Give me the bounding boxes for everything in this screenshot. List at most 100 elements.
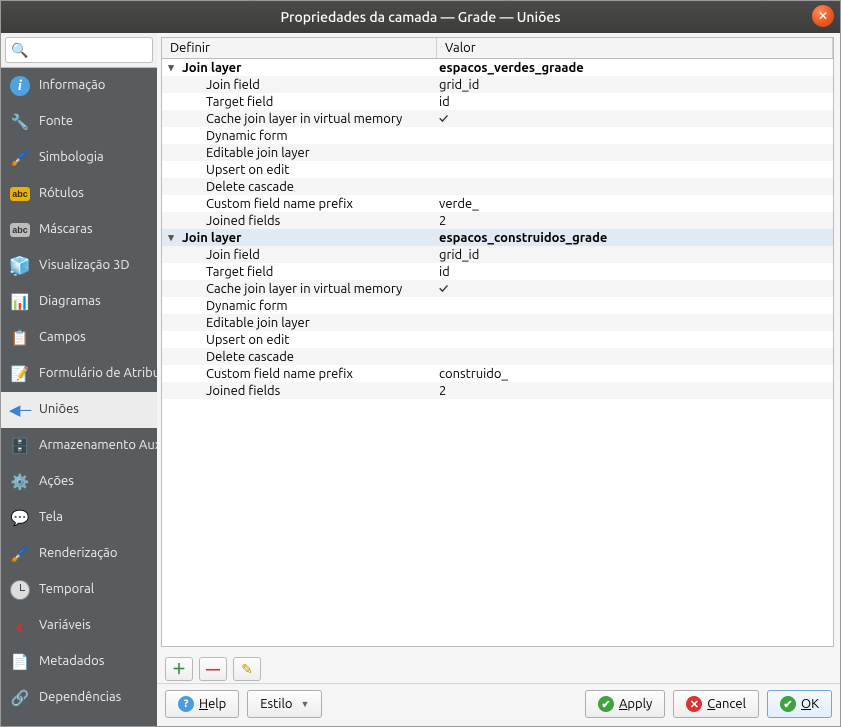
abc-icon: abc	[9, 183, 31, 205]
apply-button[interactable]: ✔ Apply	[585, 690, 665, 718]
sidebar-item-depend-ncias[interactable]: 🔗Dependências	[1, 680, 157, 716]
join-property-row[interactable]: Dynamic form	[162, 297, 833, 314]
collapse-icon[interactable]: ▾	[164, 231, 178, 244]
cancel-button[interactable]: ✕ Cancel	[673, 690, 759, 718]
sidebar-item-label: Formulário de Atributos	[39, 366, 157, 382]
ok-button[interactable]: ✔ OK	[767, 690, 832, 718]
property-name: Delete cascade	[206, 350, 294, 364]
property-value: ✓	[437, 112, 833, 126]
sidebar-item-r-tulos[interactable]: abcRótulos	[1, 176, 157, 212]
property-value: 2	[437, 214, 833, 228]
sidebar-item-campos[interactable]: 📋 Campos	[1, 320, 157, 356]
join-property-row[interactable]: Joined fields2	[162, 382, 833, 399]
fields-icon: 📋	[9, 327, 31, 349]
dialog-footer: ? Help Estilo ▼ ✔ Apply ✕ Cancel ✔	[157, 683, 840, 726]
sidebar-item-vari-veis[interactable]: ε Variáveis	[1, 608, 157, 644]
check-icon: ✔	[598, 696, 614, 712]
group-value: espacos_verdes_graade	[437, 61, 833, 75]
cancel-label: Cancel	[707, 697, 746, 711]
sidebar-item-label: Fonte	[39, 114, 73, 130]
join-property-row[interactable]: Target fieldid	[162, 263, 833, 280]
join-property-row[interactable]: Cache join layer in virtual memory ✓	[162, 110, 833, 127]
sidebar-item-label: Campos	[39, 330, 86, 346]
property-name: Target field	[206, 95, 273, 109]
sidebar-item-uni-es[interactable]: ◀─Uniões	[1, 392, 157, 428]
tooltip-icon: 💬	[9, 507, 31, 529]
sidebar-item-label: Visualização 3D	[39, 258, 130, 274]
group-label: Join layer	[182, 231, 242, 245]
property-name: Join field	[206, 78, 260, 92]
property-value: construido_	[437, 367, 833, 381]
sidebar-item-fonte[interactable]: 🔧Fonte	[1, 104, 157, 140]
sidebar-item-formul-rio-de-atributos[interactable]: 📝Formulário de Atributos	[1, 356, 157, 392]
abc-grey-icon: abc	[9, 219, 31, 241]
clock-icon	[9, 579, 31, 601]
add-join-button[interactable]: ＋	[165, 657, 193, 681]
property-name: Delete cascade	[206, 180, 294, 194]
pencil-icon: ✎	[241, 661, 253, 678]
join-group[interactable]: ▾Join layerespacos_construidos_grade	[162, 229, 833, 246]
cube-icon: 🧊	[9, 255, 31, 277]
join-property-row[interactable]: Dynamic form	[162, 127, 833, 144]
property-value: id	[437, 265, 833, 279]
sidebar-item-simbologia[interactable]: 🖌️Simbologia	[1, 140, 157, 176]
property-value: id	[437, 95, 833, 109]
col-header-val[interactable]: Valor	[437, 38, 833, 58]
sidebar-item-informa-o[interactable]: iInformação	[1, 68, 157, 104]
join-group[interactable]: ▾Join layerespacos_verdes_graade	[162, 59, 833, 76]
tree-header: Definir Valor	[162, 38, 833, 59]
info-icon: i	[9, 75, 31, 97]
sidebar-item-temporal[interactable]: Temporal	[1, 572, 157, 608]
join-property-row[interactable]: Upsert on edit	[162, 331, 833, 348]
collapse-icon[interactable]: ▾	[164, 61, 178, 74]
property-name: Cache join layer in virtual memory	[206, 112, 402, 126]
titlebar: Propriedades da camada — Grade — Uniões …	[1, 1, 840, 33]
sidebar-item-label: Renderização	[39, 546, 117, 562]
join-property-row[interactable]: Join field grid_id	[162, 246, 833, 263]
style-button[interactable]: Estilo ▼	[247, 690, 322, 718]
edit-join-button[interactable]: ✎	[233, 657, 261, 681]
join-property-row[interactable]: Target field id	[162, 93, 833, 110]
sidebar-item-metadados[interactable]: 📄Metadados	[1, 644, 157, 680]
meta-icon: 📄	[9, 651, 31, 673]
main-panel: Definir Valor ▾Join layerespacos_verdes_…	[157, 33, 840, 726]
join-property-row[interactable]: Delete cascade	[162, 178, 833, 195]
gear-icon: ⚙️	[9, 471, 31, 493]
sidebar-item-armazenamento-auxiliar[interactable]: 🗄️Armazenamento Auxiliar	[1, 428, 157, 464]
minus-icon: —	[206, 661, 220, 677]
join-property-row[interactable]: Join fieldgrid_id	[162, 76, 833, 93]
property-value: 2	[437, 384, 833, 398]
property-name: Editable join layer	[206, 316, 310, 330]
col-header-def[interactable]: Definir	[162, 38, 437, 58]
vars-icon: ε	[9, 615, 31, 637]
property-name: Join field	[206, 248, 260, 262]
join-property-row[interactable]: Editable join layer	[162, 314, 833, 331]
join-property-row[interactable]: Custom field name prefixverde_	[162, 195, 833, 212]
sidebar-list: iInformação🔧Fonte🖌️SimbologiaabcRótulosa…	[1, 68, 157, 726]
join-property-row[interactable]: Joined fields2	[162, 212, 833, 229]
db-icon: 🗄️	[9, 435, 31, 457]
join-property-row[interactable]: Custom field name prefixconstruido_	[162, 365, 833, 382]
remove-join-button[interactable]: —	[199, 657, 227, 681]
property-name: Dynamic form	[206, 299, 288, 313]
join-property-row[interactable]: Cache join layer in virtual memory✓	[162, 280, 833, 297]
joins-toolbar: ＋ — ✎	[157, 651, 840, 683]
sidebar-item-a-es[interactable]: ⚙️Ações	[1, 464, 157, 500]
property-value: grid_id	[437, 248, 833, 262]
sidebar-item-visualiza-o-3d[interactable]: 🧊 Visualização 3D	[1, 248, 157, 284]
help-button[interactable]: ? Help	[165, 690, 239, 718]
sidebar-item-tela[interactable]: 💬Tela	[1, 500, 157, 536]
sidebar: 🔍 iInformação🔧Fonte🖌️SimbologiaabcRótulo…	[1, 33, 157, 726]
sidebar-item-renderiza-o[interactable]: 🖌️Renderização	[1, 536, 157, 572]
sidebar-item-diagramas[interactable]: 📊Diagramas	[1, 284, 157, 320]
property-value: ✓	[437, 282, 833, 296]
close-button[interactable]: ✕	[812, 5, 834, 27]
sidebar-item-label: Temporal	[39, 582, 94, 598]
join-property-row[interactable]: Upsert on edit	[162, 161, 833, 178]
sidebar-item-label: Variáveis	[39, 618, 91, 634]
sidebar-item-m-scaras[interactable]: abcMáscaras	[1, 212, 157, 248]
tree-body[interactable]: ▾Join layerespacos_verdes_graadeJoin fie…	[162, 59, 833, 646]
join-property-row[interactable]: Delete cascade	[162, 348, 833, 365]
property-name: Dynamic form	[206, 129, 288, 143]
join-property-row[interactable]: Editable join layer	[162, 144, 833, 161]
